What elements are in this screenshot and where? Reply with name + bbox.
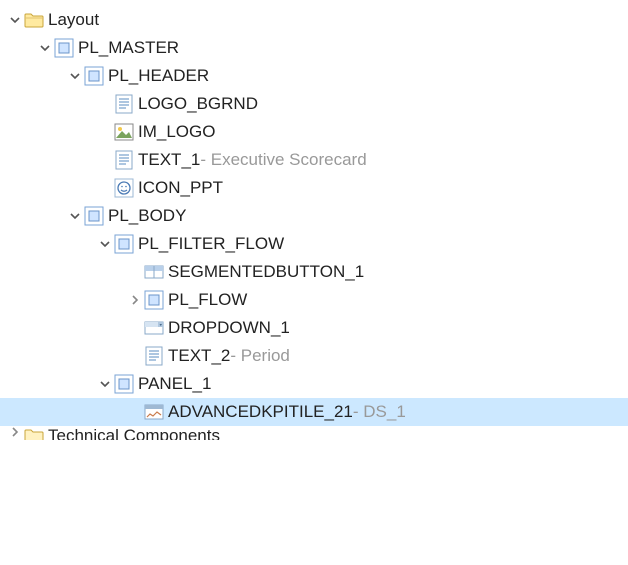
tree-item-label: SEGMENTEDBUTTON_1 bbox=[168, 262, 364, 282]
tree-item-suffix: - DS_1 bbox=[353, 402, 406, 422]
panel-icon bbox=[84, 206, 104, 226]
text-icon bbox=[114, 94, 134, 114]
tree-item-logo_bgrnd[interactable]: LOGO_BGRND bbox=[0, 90, 628, 118]
text-icon bbox=[144, 346, 164, 366]
tree-item-label: LOGO_BGRND bbox=[138, 94, 258, 114]
chevron-down-icon[interactable] bbox=[6, 14, 24, 26]
tree-item-pl_flow[interactable]: PL_FLOW bbox=[0, 286, 628, 314]
image-icon bbox=[114, 122, 134, 142]
tree-item-label: PL_FLOW bbox=[168, 290, 247, 310]
tree-item-im_logo[interactable]: IM_LOGO bbox=[0, 118, 628, 146]
chevron-right-icon[interactable] bbox=[126, 294, 144, 306]
tree-item-pl_header[interactable]: PL_HEADER bbox=[0, 62, 628, 90]
tree-item-label: PL_BODY bbox=[108, 206, 186, 226]
tree-item-label: DROPDOWN_1 bbox=[168, 318, 290, 338]
panel-icon bbox=[144, 290, 164, 310]
tree-item-label: PL_MASTER bbox=[78, 38, 179, 58]
folder-closed-icon bbox=[24, 426, 44, 440]
tree-item-label: TEXT_2 bbox=[168, 346, 230, 366]
tree-item-label: IM_LOGO bbox=[138, 122, 215, 142]
tree-item-segbtn_1[interactable]: SEGMENTEDBUTTON_1 bbox=[0, 258, 628, 286]
chevron-down-icon[interactable] bbox=[36, 42, 54, 54]
tree-item-layout[interactable]: Layout bbox=[0, 6, 628, 34]
panel-icon bbox=[114, 374, 134, 394]
tree-item-suffix: - Period bbox=[230, 346, 290, 366]
panel-icon bbox=[54, 38, 74, 58]
tree-item-label: PL_FILTER_FLOW bbox=[138, 234, 284, 254]
tree-item-dropdown_1[interactable]: DROPDOWN_1 bbox=[0, 314, 628, 342]
tree-item-label: TEXT_1 bbox=[138, 150, 200, 170]
text-icon bbox=[114, 150, 134, 170]
tree-item-panel_1[interactable]: PANEL_1 bbox=[0, 370, 628, 398]
tree-item-pl_body[interactable]: PL_BODY bbox=[0, 202, 628, 230]
tree-item-label: ICON_PPT bbox=[138, 178, 223, 198]
chevron-right-icon[interactable] bbox=[6, 426, 24, 438]
chevron-down-icon[interactable] bbox=[66, 210, 84, 222]
tree-item-pl_filter[interactable]: PL_FILTER_FLOW bbox=[0, 230, 628, 258]
tree-item-label: PL_HEADER bbox=[108, 66, 209, 86]
tree-item-label: ADVANCEDKPITILE_21 bbox=[168, 402, 353, 422]
chevron-down-icon[interactable] bbox=[96, 238, 114, 250]
tree-item-label: PANEL_1 bbox=[138, 374, 211, 394]
dropdown-icon bbox=[144, 318, 164, 338]
segbtn-icon bbox=[144, 262, 164, 282]
chevron-down-icon[interactable] bbox=[66, 70, 84, 82]
tree-item-tech[interactable]: Technical Components bbox=[0, 426, 628, 440]
panel-icon bbox=[114, 234, 134, 254]
tile-icon bbox=[144, 402, 164, 422]
tree-item-kpitile[interactable]: ADVANCEDKPITILE_21 - DS_1 bbox=[0, 398, 628, 426]
tree-item-label: Technical Components bbox=[48, 426, 220, 440]
tree-item-text_1[interactable]: TEXT_1 - Executive Scorecard bbox=[0, 146, 628, 174]
tree-item-label: Layout bbox=[48, 10, 99, 30]
outline-tree: Layout PL_MASTER PL_HEADER LOGO_BGRND IM_LOG… bbox=[0, 6, 628, 440]
smiley-icon bbox=[114, 178, 134, 198]
tree-item-pl_master[interactable]: PL_MASTER bbox=[0, 34, 628, 62]
folder-icon bbox=[24, 10, 44, 30]
chevron-down-icon[interactable] bbox=[96, 378, 114, 390]
tree-item-icon_ppt[interactable]: ICON_PPT bbox=[0, 174, 628, 202]
tree-item-suffix: - Executive Scorecard bbox=[200, 150, 366, 170]
tree-item-text_2[interactable]: TEXT_2 - Period bbox=[0, 342, 628, 370]
panel-icon bbox=[84, 66, 104, 86]
